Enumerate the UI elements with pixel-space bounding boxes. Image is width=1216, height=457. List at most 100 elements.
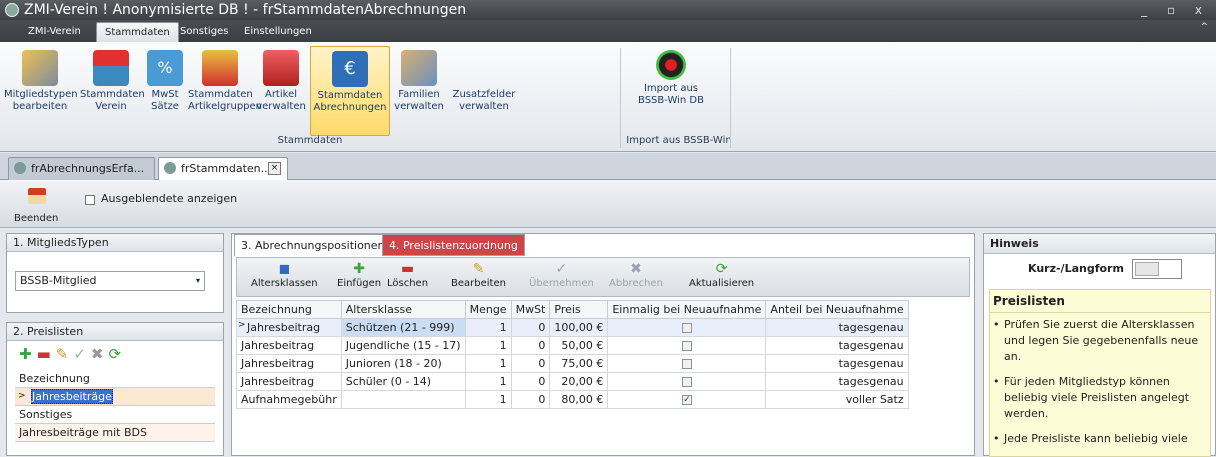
einmalig-checkbox[interactable] — [681, 323, 692, 333]
cell-altersklasse[interactable] — [340, 390, 466, 409]
cell-menge[interactable]: 1 — [464, 354, 512, 373]
cell-menge[interactable]: 1 — [464, 318, 512, 337]
add-icon[interactable]: ✚ — [19, 345, 37, 363]
table-row[interactable]: Jahresbeitrag Junioren (18 - 20) 1 0 75,00 €… — [236, 354, 909, 373]
show-hidden-checkbox[interactable] — [85, 195, 95, 205]
table-row[interactable]: Jahresbeitrag > Schützen (21 - 999) 1 0 100,0… — [236, 318, 909, 337]
kurz-langform-toggle[interactable] — [1132, 259, 1182, 279]
cell-menge[interactable]: 1 — [464, 372, 512, 391]
cell-preis[interactable]: 100,00 € — [549, 318, 609, 337]
window-controls[interactable]: _ ▫ x — [1141, 0, 1210, 20]
toolbar: Beenden Ausgeblendete anzeigen — [0, 180, 1216, 228]
artikel-verwalten-button[interactable]: Artikel verwalten — [256, 46, 306, 136]
cell-einmalig[interactable] — [607, 336, 767, 355]
home-icon[interactable] — [28, 188, 46, 204]
menu-bar: ZMI-Verein Stammdaten Sonstiges Einstell… — [0, 20, 1216, 42]
stammdaten-abrechnungen-button[interactable]: € Stammdaten Abrechnungen — [310, 46, 390, 136]
refresh-icon[interactable]: ⟳ — [109, 345, 127, 363]
cell-altersklasse[interactable]: Junioren (18 - 20) — [340, 354, 466, 373]
table-row[interactable]: Jahresbeitrag Jugendliche (15 - 17) 1 0 50,0… — [236, 336, 909, 355]
cell-anteil[interactable]: voller Satz — [765, 390, 909, 409]
table-row[interactable]: Jahresbeitrag Schüler (0 - 14) 1 0 20,00 € ta… — [236, 372, 909, 391]
cell-einmalig[interactable] — [607, 372, 767, 391]
bearbeiten-button[interactable]: ✎ Bearbeiten — [451, 260, 506, 289]
mitgliedstypen-button[interactable]: Mitgliedstypen bearbeiten — [4, 46, 78, 136]
edit-icon[interactable]: ✎ — [56, 345, 74, 363]
cell-preis[interactable]: 50,00 € — [549, 336, 609, 355]
menu-tab-sonstiges[interactable]: Sonstiges — [172, 22, 236, 42]
aktualisieren-button[interactable]: ⟳ Aktualisieren — [689, 260, 754, 289]
cell-mwst[interactable]: 0 — [510, 390, 551, 409]
einmalig-checkbox[interactable]: ✓ — [681, 395, 692, 405]
help-bullet: Prüfen Sie zuerst die Altersklassen und … — [990, 313, 1210, 365]
cell-einmalig[interactable]: ✓ — [607, 390, 767, 409]
cell-bezeichnung[interactable]: Jahresbeitrag — [236, 372, 342, 391]
cell-mwst[interactable]: 0 — [510, 318, 551, 337]
einmalig-checkbox[interactable] — [681, 359, 692, 369]
mitgliedstyp-select[interactable]: BSSB-Mitglied ▾ — [15, 271, 205, 291]
mwst-saetze-button[interactable]: % MwSt Sätze — [146, 46, 184, 136]
check-icon[interactable]: ✓ — [73, 345, 91, 363]
cell-altersklasse[interactable]: Schüler (0 - 14) — [340, 372, 466, 391]
cell-bezeichnung[interactable]: Aufnahmegebühr — [236, 390, 342, 409]
cell-mwst[interactable]: 0 — [510, 354, 551, 373]
column-header[interactable]: Altersklasse — [340, 300, 466, 319]
ribbon-collapse-icon[interactable]: ^ — [1200, 22, 1208, 32]
cell-altersklasse[interactable]: Schützen (21 - 999) — [340, 318, 466, 337]
cell-preis[interactable]: 20,00 € — [549, 372, 609, 391]
cell-mwst[interactable]: 0 — [510, 336, 551, 355]
uebernehmen-button[interactable]: ✓ Übernehmen — [529, 260, 594, 289]
cell-anteil[interactable]: tagesgenau — [765, 318, 909, 337]
menu-tab-einstellungen[interactable]: Einstellungen — [236, 22, 320, 42]
list-item[interactable]: > Jahresbeiträge — [15, 388, 215, 406]
toggle-knob[interactable] — [1135, 262, 1159, 276]
beenden-button[interactable]: Beenden — [14, 213, 58, 224]
cell-einmalig[interactable] — [607, 318, 767, 337]
artikelgruppen-button[interactable]: Stammdaten Artikelgruppen — [188, 46, 262, 136]
preislisten-table: Bezeichnung > Jahresbeiträge Sonstiges Ja… — [15, 370, 215, 442]
familien-verwalten-button[interactable]: Familien verwalten — [394, 46, 444, 136]
column-header[interactable]: Menge — [464, 300, 512, 319]
column-header[interactable]: Bezeichnung — [236, 300, 342, 319]
menu-tab-stammdaten[interactable]: Stammdaten — [96, 22, 179, 42]
tab-abrechnungspositionen[interactable]: 3. Abrechnungspositionen — [234, 234, 392, 256]
table-row[interactable]: Aufnahmegebühr 1 0 80,00 € ✓ voller Satz — [236, 390, 909, 409]
tab-preislistenzuordnung[interactable]: 4. Preislistenzuordnung — [382, 234, 525, 256]
cell-bezeichnung[interactable]: Jahresbeitrag — [236, 336, 342, 355]
cell-menge[interactable]: 1 — [464, 336, 512, 355]
column-header[interactable]: Anteil bei Neuaufnahme — [765, 300, 909, 319]
doc-tab-stammdaten[interactable]: frStammdaten... × — [158, 157, 288, 180]
abbrechen-button[interactable]: ✖ Abbrechen — [609, 260, 663, 289]
zusatzfelder-button[interactable]: Zusatzfelder verwalten — [448, 46, 520, 136]
column-header[interactable]: Einmalig bei Neuaufnahme — [607, 300, 767, 319]
column-header[interactable]: Preis — [549, 300, 609, 319]
cell-preis[interactable]: 75,00 € — [549, 354, 609, 373]
group-label-stammdaten: Stammdaten — [277, 135, 343, 146]
loeschen-button[interactable]: ▬ Löschen — [387, 260, 428, 289]
cell-anteil[interactable]: tagesgenau — [765, 354, 909, 373]
cancel-icon[interactable]: ✖ — [91, 345, 109, 363]
delete-icon[interactable]: ▬ — [37, 345, 56, 363]
preislisten-toolbar: ✚▬✎✓✖⟳ — [19, 345, 126, 365]
cell-bezeichnung[interactable]: Jahresbeitrag — [236, 354, 342, 373]
einfuegen-button[interactable]: ✚ Einfügen — [337, 260, 381, 289]
column-header[interactable]: MwSt — [510, 300, 551, 319]
cell-einmalig[interactable] — [607, 354, 767, 373]
menu-tab-zmi-verein[interactable]: ZMI-Verein — [20, 22, 89, 42]
list-item[interactable]: Jahresbeiträge mit BDS — [15, 424, 215, 442]
cell-mwst[interactable]: 0 — [510, 372, 551, 391]
einmalig-checkbox[interactable] — [681, 341, 692, 351]
import-bssb-button[interactable]: Import aus BSSB-Win DB — [626, 46, 716, 136]
cell-preis[interactable]: 80,00 € — [549, 390, 609, 409]
doc-tab-abrechnungserfassung[interactable]: frAbrechnungsErfa... — [8, 157, 155, 180]
close-icon[interactable]: × — [268, 162, 281, 175]
cell-anteil[interactable]: tagesgenau — [765, 336, 909, 355]
cell-menge[interactable]: 1 — [464, 390, 512, 409]
stammdaten-verein-button[interactable]: Stammdaten Verein — [80, 46, 145, 136]
cell-anteil[interactable]: tagesgenau — [765, 372, 909, 391]
cell-bezeichnung[interactable]: Jahresbeitrag > — [236, 318, 342, 337]
list-item[interactable]: Sonstiges — [15, 406, 215, 424]
altersklassen-button[interactable]: ◼ Altersklassen — [251, 260, 318, 289]
einmalig-checkbox[interactable] — [681, 377, 692, 387]
cell-altersklasse[interactable]: Jugendliche (15 - 17) — [340, 336, 466, 355]
